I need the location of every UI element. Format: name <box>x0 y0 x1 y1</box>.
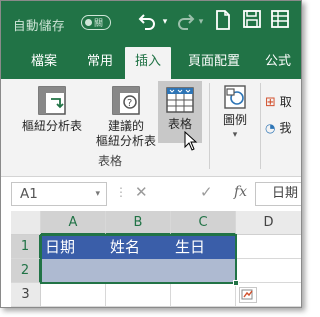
undo-dropdown-icon[interactable]: ▾ <box>160 10 170 34</box>
table-icon[interactable] <box>269 10 291 34</box>
recommended-pivot-label-2: 樞紐分析表 <box>95 134 156 148</box>
my-addins-button[interactable]: ◔ 我 <box>265 121 301 139</box>
cell-b3[interactable] <box>106 283 171 307</box>
mouse-cursor-icon <box>184 131 198 151</box>
insert-table-icon <box>166 87 194 113</box>
illustrations-button[interactable]: 圖例 ▾ <box>215 83 255 149</box>
tables-group-label: 表格 <box>98 154 123 168</box>
row-header-3[interactable]: 3 <box>11 283 41 307</box>
insert-function-icon[interactable]: fx <box>234 184 247 200</box>
recommended-pivot-icon: ? <box>112 86 140 115</box>
excel-window: 自動儲存 關 ▾ ▾ 檔案 常用 插入 頁面配置 公式 樞紐分析表 ? 建議的 … <box>0 0 302 308</box>
column-header-b[interactable]: B <box>106 211 171 235</box>
save-glyph <box>243 10 261 28</box>
quick-analysis-icon <box>241 289 253 300</box>
cell-d2[interactable] <box>236 259 301 283</box>
select-all-corner[interactable] <box>11 211 41 235</box>
toggle-knob <box>85 18 92 26</box>
ribbon-tabs: 檔案 常用 插入 頁面配置 公式 <box>1 45 301 79</box>
name-box[interactable]: A1 ▾ <box>11 182 107 206</box>
my-addins-label: 我 <box>279 121 292 135</box>
illustrations-label: 圖例 <box>222 113 247 127</box>
cell-c3[interactable] <box>171 283 236 307</box>
addins-icon: ◔ <box>265 121 276 135</box>
chevron-down-icon: ▾ <box>232 130 238 140</box>
selection-range <box>40 234 237 284</box>
store-icon: ⊞ <box>265 95 276 110</box>
autosave-state: 關 <box>94 19 104 29</box>
column-header-d[interactable]: D <box>236 211 301 235</box>
svg-text:?: ? <box>127 98 132 109</box>
undo-icon[interactable] <box>137 10 159 34</box>
pivot-table-button[interactable]: 樞紐分析表 <box>15 85 89 145</box>
autosave-label: 自動儲存 <box>13 18 66 33</box>
tab-insert[interactable]: 插入 <box>125 47 171 79</box>
formula-input[interactable]: 日期 <box>255 182 301 206</box>
group-separator-2 <box>260 83 261 169</box>
new-file-icon[interactable] <box>212 10 234 34</box>
group-separator <box>209 83 210 169</box>
formula-bar-grip-icon: ⋮ <box>115 185 127 199</box>
cell-d1[interactable] <box>236 235 301 259</box>
fill-handle[interactable] <box>233 280 239 286</box>
pivot-table-icon <box>38 86 66 115</box>
tab-formulas[interactable]: 公式 <box>255 45 301 79</box>
illustrations-icon <box>224 85 246 109</box>
undo-glyph <box>138 14 155 30</box>
get-addins-button[interactable]: ⊞ 取 <box>265 95 301 113</box>
recommended-pivot-button[interactable]: ? 建議的 樞紐分析表 <box>91 85 161 149</box>
enter-icon[interactable]: ✓ <box>200 183 213 201</box>
name-box-value: A1 <box>20 186 38 202</box>
ribbon: 樞紐分析表 ? 建議的 樞紐分析表 表格 表格 圖例 ▾ ⊞ 取 ◔ 我 <box>1 79 301 177</box>
tab-file[interactable]: 檔案 <box>19 45 69 79</box>
tab-page-layout[interactable]: 頁面配置 <box>177 45 251 79</box>
redo-dropdown-icon[interactable]: ▾ <box>196 10 206 34</box>
quick-analysis-button[interactable] <box>239 287 257 303</box>
title-bar: 自動儲存 關 ▾ ▾ <box>1 1 301 45</box>
row-header-2[interactable]: 2 <box>11 259 41 283</box>
recommended-pivot-label-1: 建議的 <box>107 119 144 133</box>
worksheet-grid: A B C D 1 2 3 日期 姓名 生日 <box>1 211 301 307</box>
row-header-1[interactable]: 1 <box>11 235 41 259</box>
cancel-icon[interactable]: ✕ <box>135 183 148 201</box>
redo-glyph <box>178 14 195 30</box>
autosave-toggle[interactable]: 關 <box>81 15 111 30</box>
column-header-a[interactable]: A <box>41 211 106 235</box>
new-file-glyph <box>216 10 230 30</box>
tab-home[interactable]: 常用 <box>75 45 125 79</box>
table-button-label: 表格 <box>167 117 192 131</box>
redo-icon[interactable] <box>174 10 196 34</box>
pivot-table-label: 樞紐分析表 <box>21 119 82 133</box>
table-glyph <box>271 10 289 28</box>
formula-bar: A1 ▾ ⋮ ✕ ✓ fx 日期 <box>1 177 301 211</box>
column-header-c[interactable]: C <box>171 211 236 235</box>
cell-a3[interactable] <box>41 283 106 307</box>
get-addins-label: 取 <box>279 95 292 109</box>
chevron-down-icon: ▾ <box>95 189 100 199</box>
formula-value: 日期 <box>272 186 299 201</box>
save-icon[interactable] <box>241 10 263 34</box>
